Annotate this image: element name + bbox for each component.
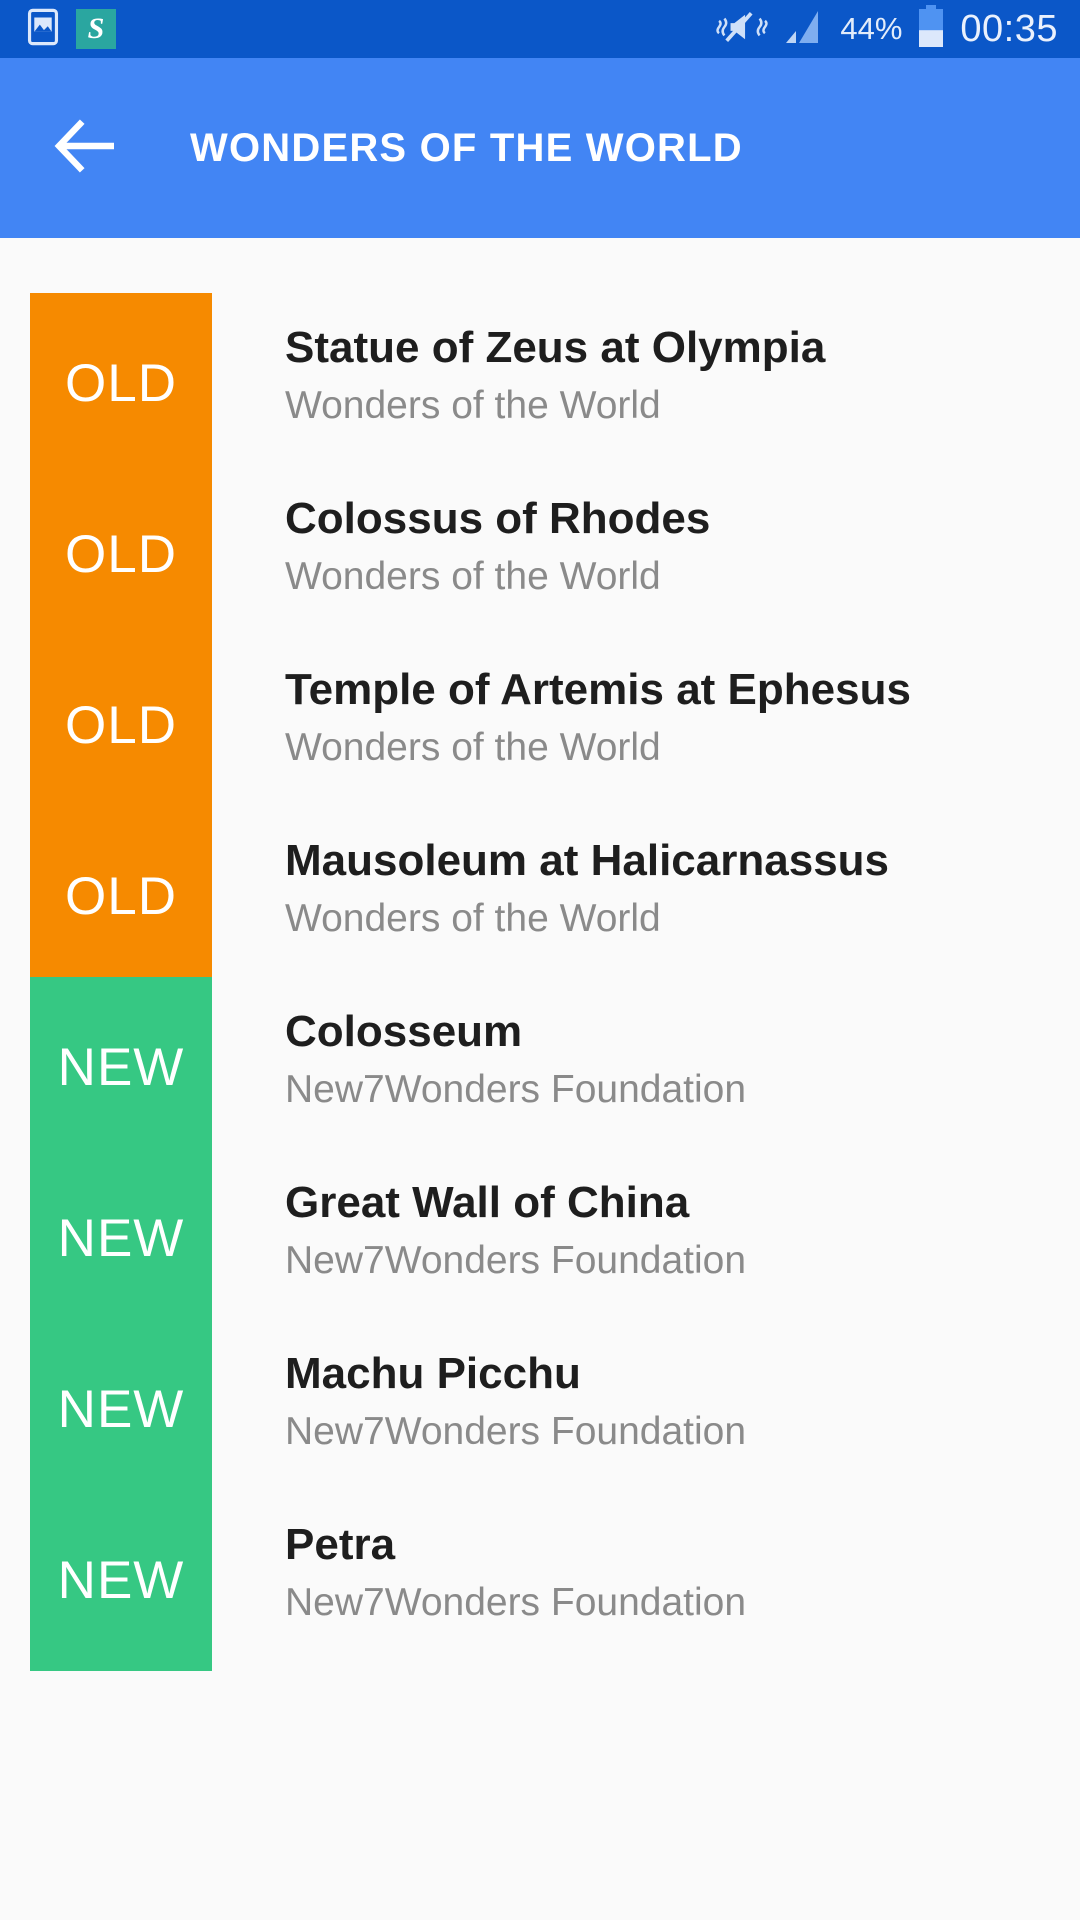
item-title: Machu Picchu — [285, 1349, 581, 1398]
list-item[interactable]: OLD Temple of Artemis at Ephesus Wonders o… — [0, 635, 1080, 816]
item-subtitle: Wonders of the World — [285, 555, 661, 599]
item-subtitle: New7Wonders Foundation — [285, 1239, 747, 1283]
item-subtitle: Wonders of the World — [285, 897, 661, 941]
item-badge: OLD — [30, 635, 212, 816]
battery-percent-label: 44% — [840, 11, 903, 46]
item-badge: NEW — [30, 977, 212, 1158]
app-s-letter: S — [87, 12, 105, 45]
item-text-block: Temple of Artemis at Ephesus Wonders of t… — [285, 635, 911, 770]
item-title: Great Wall of China — [285, 1178, 690, 1227]
status-bar-left-icons: S — [24, 8, 116, 51]
item-badge: NEW — [30, 1319, 212, 1500]
list-item[interactable]: NEW Petra New7Wonders Foundation — [0, 1490, 1080, 1671]
item-badge: OLD — [30, 293, 212, 474]
list-item[interactable]: OLD Mausoleum at Halicarnassus Wonders of … — [0, 806, 1080, 987]
list-item[interactable]: NEW Colosseum New7Wonders Foundation — [0, 977, 1080, 1158]
item-text-block: Statue of Zeus at Olympia Wonders of the … — [285, 293, 825, 428]
battery-icon — [916, 4, 946, 54]
back-button[interactable] — [48, 110, 124, 186]
item-badge: NEW — [30, 1490, 212, 1671]
clock-label: 00:35 — [960, 7, 1058, 50]
list-item[interactable]: OLD Statue of Zeus at Olympia Wonders of t… — [0, 293, 1080, 474]
status-bar: S 44% 00:35 — [0, 0, 1080, 58]
item-title: Colossus of Rhodes — [285, 494, 711, 543]
vibrate-mute-icon — [716, 7, 769, 52]
back-arrow-icon — [54, 118, 118, 178]
item-text-block: Petra New7Wonders Foundation — [285, 1490, 746, 1625]
page-title: WONDERS OF THE WORLD — [190, 125, 743, 170]
item-text-block: Great Wall of China New7Wonders Foundatio… — [285, 1148, 746, 1283]
item-title: Mausoleum at Halicarnassus — [285, 836, 890, 885]
item-title: Statue of Zeus at Olympia — [285, 323, 826, 372]
item-subtitle: New7Wonders Foundation — [285, 1410, 747, 1454]
image-notification-icon — [24, 8, 62, 51]
signal-bars-icon — [782, 7, 826, 52]
item-text-block: Colosseum New7Wonders Foundation — [285, 977, 746, 1112]
item-badge: NEW — [30, 1148, 212, 1329]
item-badge: OLD — [30, 464, 212, 645]
item-subtitle: Wonders of the World — [285, 726, 661, 770]
wonders-list: OLD Statue of Zeus at Olympia Wonders of t… — [0, 238, 1080, 1671]
status-bar-right-icons: 44% 00:35 — [716, 4, 1058, 54]
item-title: Colosseum — [285, 1007, 523, 1056]
list-item[interactable]: NEW Machu Picchu New7Wonders Foundation — [0, 1319, 1080, 1500]
item-subtitle: New7Wonders Foundation — [285, 1068, 747, 1112]
item-title: Petra — [285, 1520, 396, 1569]
item-text-block: Mausoleum at Halicarnassus Wonders of the… — [285, 806, 889, 941]
item-title: Temple of Artemis at Ephesus — [285, 665, 911, 714]
item-subtitle: Wonders of the World — [285, 384, 661, 428]
app-s-icon: S — [76, 9, 116, 49]
item-text-block: Machu Picchu New7Wonders Foundation — [285, 1319, 746, 1454]
list-item[interactable]: OLD Colossus of Rhodes Wonders of the Worl… — [0, 464, 1080, 645]
item-subtitle: New7Wonders Foundation — [285, 1581, 747, 1625]
list-item[interactable]: NEW Great Wall of China New7Wonders Founda… — [0, 1148, 1080, 1329]
app-bar: WONDERS OF THE WORLD — [0, 58, 1080, 238]
item-text-block: Colossus of Rhodes Wonders of the World — [285, 464, 710, 599]
item-badge: OLD — [30, 806, 212, 987]
